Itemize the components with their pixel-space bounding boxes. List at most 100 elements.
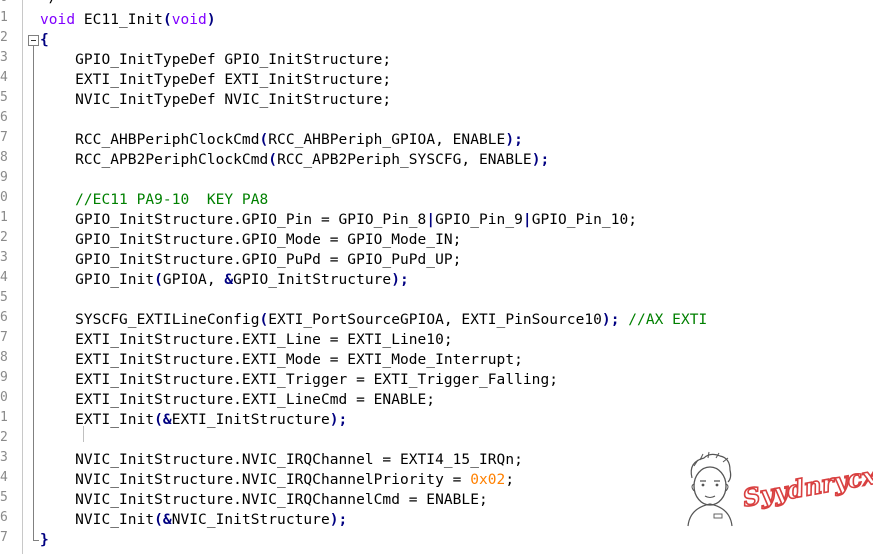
line-number: 3 [0, 450, 8, 465]
line-number: 6 [0, 510, 8, 525]
code-token: GPIO_Pin_9 [435, 212, 523, 228]
code-line: GPIO_InitStructure.GPIO_Pin = GPIO_Pin_8… [40, 210, 637, 230]
code-line: { [40, 30, 49, 50]
code-line: RCC_APB2PeriphClockCmd(RCC_APB2Periph_SY… [40, 150, 549, 170]
code-token: ( [162, 12, 172, 28]
code-token: ); [531, 152, 550, 168]
line-number: 7 [0, 530, 8, 545]
code-token: NVIC_InitStructure.NVIC_IRQChannel = EXT… [40, 452, 523, 468]
line-number: 4 [0, 270, 8, 285]
code-token: { [40, 32, 49, 48]
code-token: RCC_APB2PeriphClockCmd [40, 152, 269, 168]
line-number: 1 [0, 410, 8, 425]
code-number: 0x02 [470, 472, 506, 488]
code-line: GPIO_Init(GPIOA, &GPIO_InitStructure); [40, 270, 409, 290]
code-line: EXTI_InitStructure.EXTI_Line = EXTI_Line… [40, 330, 453, 350]
code-token: (& [154, 412, 172, 428]
code-line: //EC11 PA9-10 KEY PA8 [40, 190, 268, 210]
code-token: | [426, 212, 436, 228]
line-number: 3 [0, 50, 8, 65]
code-line-top-partial: */ [40, 0, 58, 8]
line-number: 5 [0, 490, 8, 505]
code-token: RCC_AHBPeriph_GPIOA, ENABLE [268, 132, 506, 148]
code-token: ) [206, 12, 216, 28]
line-number: 6 [0, 110, 8, 125]
line-number: 3 [0, 250, 8, 265]
code-token: RCC_APB2Periph_SYSCFG, ENABLE [277, 152, 532, 168]
code-token: NVIC_InitTypeDef NVIC_InitStructure; [40, 92, 392, 108]
code-token: GPIO_Init [40, 272, 155, 288]
line-number: 0 [0, 390, 8, 405]
line-number: 2 [0, 230, 8, 245]
line-number: 9 [0, 370, 8, 385]
code-token: ); [391, 272, 409, 288]
code-line: NVIC_InitTypeDef NVIC_InitStructure; [40, 90, 391, 110]
code-token: ); [329, 412, 348, 428]
code-token: GPIO_InitStructure.GPIO_PuPd = GPIO_PuPd… [40, 252, 462, 268]
code-line: EXTI_InitStructure.EXTI_Mode = EXTI_Mode… [40, 350, 523, 370]
code-token: EXTI_InitStructure.EXTI_Mode = EXTI_Mode… [40, 352, 523, 368]
code-line: EXTI_InitTypeDef EXTI_InitStructure; [40, 70, 391, 90]
line-number: 7 [0, 330, 8, 345]
code-token: GPIO_Pin_10; [531, 212, 638, 228]
code-token: EC11_Init [83, 12, 163, 28]
code-token: ); [601, 312, 620, 328]
code-token: GPIO_InitStructure.GPIO_Pin = GPIO_Pin_8 [40, 212, 427, 228]
code-keyword: void [40, 12, 84, 28]
code-token: | [522, 212, 532, 228]
fold-end-marker [33, 540, 39, 541]
line-number: 4 [0, 470, 8, 485]
code-token: ; [505, 472, 515, 488]
line-number: 5 [0, 90, 8, 105]
code-token: GPIO_InitStructure.GPIO_Mode = GPIO_Mode… [40, 232, 462, 248]
code-token: NVIC_InitStructure [171, 512, 330, 528]
code-token: ); [329, 512, 348, 528]
code-token: ); [505, 132, 523, 148]
fold-collapse-icon[interactable] [28, 35, 39, 46]
fold-guide-line [33, 46, 34, 540]
line-number: 8 [0, 150, 8, 165]
code-token: EXTI_PortSourceGPIOA, EXTI_PinSource10 [268, 312, 602, 328]
avatar-icon [687, 451, 733, 527]
code-line: NVIC_InitStructure.NVIC_IRQChannelPriori… [40, 470, 514, 490]
code-token: ( [268, 152, 278, 168]
line-number: 9 [0, 170, 8, 185]
code-line: NVIC_InitStructure.NVIC_IRQChannelCmd = … [40, 490, 488, 510]
text-cursor [83, 426, 84, 442]
code-token: RCC_AHBPeriphClockCmd [40, 132, 260, 148]
code-line: EXTI_InitStructure.EXTI_Trigger = EXTI_T… [40, 370, 558, 390]
line-number: 0 [0, 0, 20, 8]
code-line: } [40, 530, 49, 550]
line-number: 1 [0, 210, 8, 225]
line-number: 6 [0, 310, 8, 325]
code-token: GPIO_InitTypeDef GPIO_InitStructure; [40, 52, 392, 68]
line-number: 2 [0, 430, 8, 445]
code-line: SYSCFG_EXTILineConfig(EXTI_PortSourceGPI… [40, 310, 707, 330]
line-number: 4 [0, 70, 8, 85]
code-token: NVIC_Init [40, 512, 155, 528]
code-token: EXTI_InitTypeDef EXTI_InitStructure; [40, 72, 392, 88]
code-token: EXTI_InitStructure.EXTI_Line = EXTI_Line… [40, 332, 453, 348]
code-keyword: void [171, 12, 207, 28]
line-number-gutter: 0 1 2 3 4 5 6 7 8 9 0 1 2 3 4 5 6 7 8 9 0 1 2 3 4 5 6 7 [0, 0, 23, 554]
code-token: EXTI_InitStructure.EXTI_LineCmd = ENABLE… [40, 392, 436, 408]
code-line: RCC_AHBPeriphClockCmd(RCC_AHBPeriph_GPIO… [40, 130, 523, 150]
line-number: 0 [0, 190, 8, 205]
code-token: GPIO_InitStructure [233, 272, 392, 288]
line-number: 7 [0, 130, 8, 145]
fold-margin [27, 0, 41, 554]
code-line: EXTI_Init(&EXTI_InitStructure); [40, 410, 347, 430]
code-token: EXTI_InitStructure.EXTI_Trigger = EXTI_T… [40, 372, 559, 388]
code-line: GPIO_InitStructure.GPIO_PuPd = GPIO_PuPd… [40, 250, 461, 270]
code-token: ( [259, 132, 269, 148]
code-token: SYSCFG_EXTILineConfig [40, 312, 260, 328]
code-token: NVIC_InitStructure.NVIC_IRQChannelPriori… [40, 472, 471, 488]
code-token: (& [154, 512, 172, 528]
code-comment: //EC11 PA9-10 KEY PA8 [40, 192, 269, 208]
code-token: & [224, 272, 234, 288]
code-line: NVIC_Init(&NVIC_InitStructure); [40, 510, 347, 530]
code-token: EXTI_Init [40, 412, 155, 428]
line-number: 1 [0, 10, 8, 25]
code-token: GPIOA, [162, 272, 225, 288]
code-line: void EC11_Init(void) [40, 10, 216, 30]
